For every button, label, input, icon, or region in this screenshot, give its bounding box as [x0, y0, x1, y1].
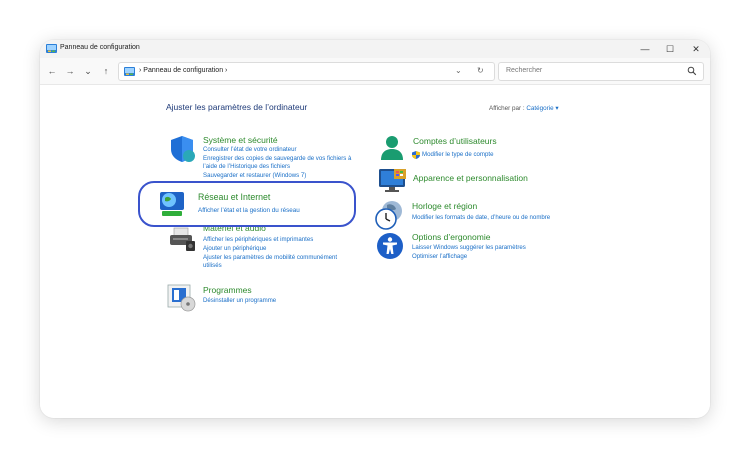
appearance-link[interactable]: Apparence et personnalisation [413, 173, 528, 183]
view-by: Afficher par : Catégorie ▾ [489, 105, 559, 112]
control-panel-icon [124, 67, 135, 76]
control-panel-icon [46, 44, 57, 53]
user-accounts-link[interactable]: Comptes d’utilisateurs [413, 136, 497, 146]
programs-link-1[interactable]: Désinstaller un programme [203, 297, 276, 305]
hardware-link-3b[interactable]: utilisés [203, 262, 222, 270]
ease-link-2[interactable]: Optimiser l’affichage [412, 253, 467, 261]
user-accounts-icon[interactable] [378, 134, 406, 162]
forward-button[interactable]: → [64, 64, 76, 78]
programs-link[interactable]: Programmes [203, 285, 252, 295]
view-by-dropdown[interactable]: Catégorie ▾ [526, 105, 558, 112]
search-box[interactable]: Rechercher [498, 62, 704, 81]
search-placeholder: Rechercher [506, 67, 543, 74]
recent-locations-button[interactable]: ⌄ [82, 64, 94, 78]
system-security-link[interactable]: Système et sécurité [203, 135, 278, 145]
clock-region-link[interactable]: Horloge et région [412, 201, 477, 211]
close-button[interactable]: ✕ [688, 42, 704, 56]
ease-link-1[interactable]: Laisser Windows suggérer les paramètres [412, 244, 526, 252]
breadcrumb: › Panneau de configuration › [139, 67, 227, 74]
accessibility-icon[interactable] [376, 232, 404, 260]
system-link-2[interactable]: Enregistrer des copies de sauvegarde de … [203, 155, 351, 163]
appearance-monitor-icon[interactable] [378, 168, 408, 194]
programs-icon[interactable] [167, 284, 197, 312]
clock-region-icon[interactable] [375, 199, 407, 231]
system-link-2b[interactable]: l’aide de l’Historique des fichiers [203, 163, 290, 171]
hardware-link-1[interactable]: Afficher les périphériques et imprimante… [203, 236, 313, 244]
clock-link-1[interactable]: Modifier les formats de date, d’heure ou… [412, 214, 550, 222]
title-bar: Panneau de configuration — ☐ ✕ [40, 40, 710, 58]
address-bar[interactable]: › Panneau de configuration › ⌄ ↻ [118, 62, 495, 81]
system-link-3[interactable]: Sauvegarder et restaurer (Windows 7) [203, 172, 306, 180]
printer-icon[interactable] [168, 226, 196, 252]
network-internet-highlight[interactable]: Réseau et Internet Afficher l’état et la… [138, 181, 356, 227]
breadcrumb-item[interactable]: Panneau de configuration [143, 67, 223, 74]
network-internet-link[interactable]: Réseau et Internet [198, 192, 270, 202]
minimize-button[interactable]: — [637, 42, 653, 56]
network-link-1[interactable]: Afficher l’état et la gestion du réseau [198, 207, 300, 215]
hardware-link-2[interactable]: Ajouter un périphérique [203, 245, 266, 253]
up-button[interactable]: ↑ [100, 64, 112, 78]
window-title: Panneau de configuration [60, 44, 140, 51]
breadcrumb-separator[interactable]: › [225, 67, 227, 74]
maximize-button[interactable]: ☐ [662, 42, 678, 56]
hardware-link-3[interactable]: Ajuster les paramètres de mobilité commu… [203, 254, 337, 262]
navigation-bar: ← → ⌄ ↑ › Panneau de configuration › ⌄ ↻… [40, 58, 710, 85]
search-icon [687, 66, 697, 76]
content-area [40, 85, 710, 418]
ease-of-access-link[interactable]: Options d’ergonomie [412, 232, 490, 242]
back-button[interactable]: ← [46, 64, 58, 78]
shield-icon[interactable] [167, 134, 197, 164]
refresh-button[interactable]: ↻ [477, 66, 484, 75]
address-dropdown-button[interactable]: ⌄ [455, 66, 462, 75]
view-by-label: Afficher par : [489, 105, 525, 112]
page-title: Ajuster les paramètres de l’ordinateur [166, 102, 308, 112]
users-link-1[interactable]: Modifier le type de compte [422, 151, 493, 159]
network-globe-icon [160, 192, 184, 216]
breadcrumb-separator[interactable]: › [139, 67, 141, 74]
system-link-1[interactable]: Consulter l’état de votre ordinateur [203, 146, 297, 154]
uac-shield-icon [412, 151, 420, 159]
